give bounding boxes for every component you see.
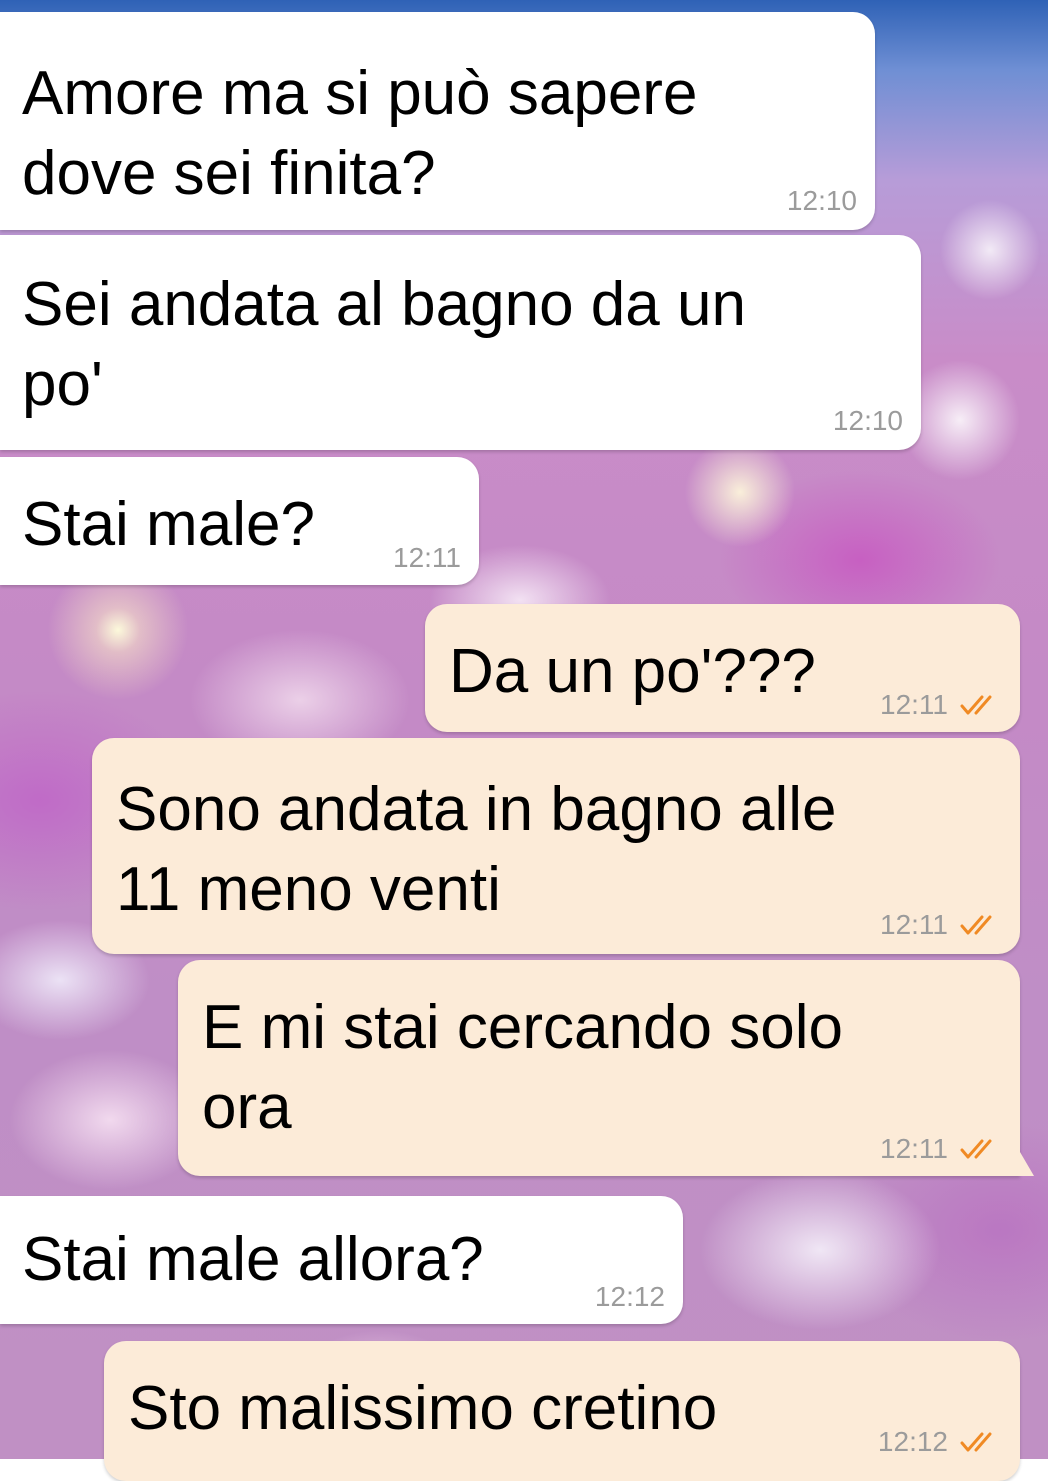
message-meta: 12:11 (393, 543, 461, 573)
message-time: 12:11 (880, 1133, 948, 1164)
message-text: E mi stai cercando solo ora (202, 993, 843, 1142)
incoming-message[interactable]: Stai male allora? 12:12 (0, 1196, 683, 1324)
incoming-message[interactable]: Stai male? 12:11 (0, 457, 479, 585)
outgoing-message[interactable]: Sono andata in bagno alle 11 meno venti … (92, 738, 1020, 954)
message-time: 12:11 (880, 909, 948, 940)
double-check-icon (960, 695, 992, 715)
double-check-icon (960, 1432, 992, 1452)
message-time: 12:10 (832, 405, 903, 436)
incoming-message[interactable]: Amore ma si può sapere dove sei finita? … (0, 12, 875, 230)
message-text: Sono andata in bagno alle 11 meno venti (116, 775, 837, 924)
message-text: Stai male? (22, 490, 315, 559)
message-meta: 12:11 (880, 690, 1000, 720)
double-check-icon (960, 1139, 992, 1159)
message-text: Amore ma si può sapere dove sei finita? (22, 59, 698, 208)
message-text: Sto malissimo cretino (128, 1374, 718, 1443)
outgoing-message[interactable]: E mi stai cercando solo ora 12:11 (178, 960, 1020, 1176)
message-time: 12:11 (880, 689, 948, 720)
message-time: 12:10 (786, 185, 857, 216)
message-meta: 12:12 (595, 1282, 665, 1312)
outgoing-message[interactable]: Sto malissimo cretino 12:12 (104, 1341, 1020, 1481)
message-meta: 12:11 (880, 910, 1000, 940)
message-meta: 12:11 (880, 1134, 1000, 1164)
outgoing-message[interactable]: Da un po'??? 12:11 (425, 604, 1020, 732)
bubble-tail (1020, 1152, 1034, 1176)
message-time: 12:11 (393, 542, 461, 573)
message-meta: 12:12 (878, 1427, 1000, 1457)
message-text: Stai male allora? (22, 1225, 484, 1294)
double-check-icon (960, 915, 992, 935)
message-time: 12:12 (594, 1281, 665, 1312)
message-meta: 12:10 (833, 406, 903, 436)
message-text: Da un po'??? (449, 637, 816, 706)
message-text: Sei andata al bagno da un po' (22, 270, 746, 419)
message-time: 12:12 (877, 1426, 948, 1457)
message-meta: 12:10 (787, 186, 857, 216)
incoming-message[interactable]: Sei andata al bagno da un po' 12:10 (0, 235, 921, 450)
